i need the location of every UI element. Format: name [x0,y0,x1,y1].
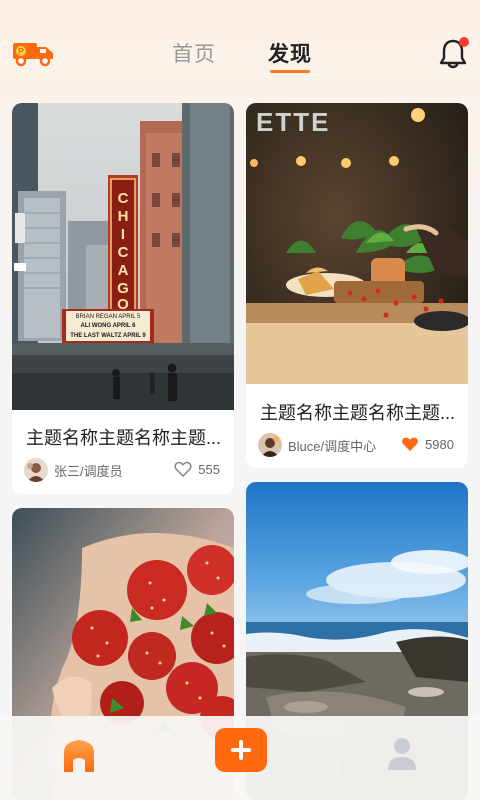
svg-text:ALI WONG APRIL 6: ALI WONG APRIL 6 [80,323,136,329]
like-count[interactable]: 5980 [401,436,454,452]
svg-text:C: C [118,244,129,261]
feed-card[interactable]: C H I C A G O BRIAN REGAN APRIL 5 ALI WO… [12,103,234,494]
svg-text:H: H [118,208,129,225]
card-title: 主题名称主题名称主题... [26,428,222,448]
heart-filled-icon [402,437,418,451]
user-icon[interactable] [386,734,418,774]
feed-card[interactable]: ETTE 主题名称主题名称主题... Bluce/调度中心 5980 [246,103,468,468]
author-name: Bluce/调度中心 [288,438,377,454]
plus-icon [231,740,251,760]
svg-text:BRIAN REGAN APRIL 5: BRIAN REGAN APRIL 5 [76,314,141,320]
heart-outline-icon [174,461,192,477]
tab-discover[interactable]: 发现 [268,38,312,68]
svg-text:G: G [117,280,129,297]
bottom-nav [0,716,480,800]
card-author: Bluce/调度中心 [258,432,376,458]
author-name: 张三/调度员 [54,463,123,479]
card-image-restaurant: ETTE [246,103,468,384]
top-tabs: 首页 发现 [0,38,480,78]
svg-text:A: A [118,262,129,279]
notification-badge [459,37,469,47]
add-post-button[interactable] [215,728,267,772]
home-icon[interactable] [61,736,97,776]
card-title: 主题名称主题名称主题... [260,403,456,423]
svg-text:C: C [118,190,129,207]
avatar [24,458,48,482]
like-count-value: 555 [198,461,220,477]
svg-text:I: I [121,226,125,243]
like-count-value: 5980 [425,436,454,452]
card-author: 张三/调度员 [24,457,123,483]
top-header: P 首页 发现 [0,0,480,90]
svg-text:ETTE: ETTE [256,107,330,137]
card-image-city: C H I C A G O BRIAN REGAN APRIL 5 ALI WO… [12,103,234,410]
like-count[interactable]: 555 [174,461,220,477]
avatar [258,433,282,457]
active-tab-indicator [270,70,310,73]
tab-home[interactable]: 首页 [172,38,216,68]
svg-text:THE LAST WALTZ APRIL 9: THE LAST WALTZ APRIL 9 [70,333,146,339]
